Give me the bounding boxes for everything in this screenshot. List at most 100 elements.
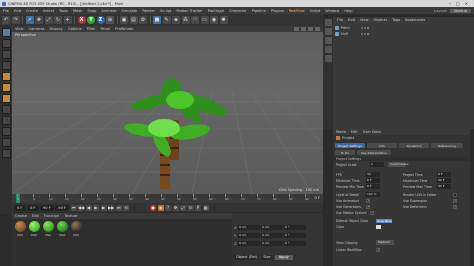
render-settings-icon[interactable]: ⚙ (139, 16, 147, 24)
record-icon[interactable]: ● (150, 204, 157, 211)
coordinate-mode-dropdown[interactable]: Object (Rel) (234, 255, 260, 260)
coordinate-system-icon[interactable]: ⊕ (106, 16, 114, 24)
pen-icon[interactable]: ✎ (162, 16, 171, 24)
linear-workflow-checkbox[interactable] (376, 247, 380, 252)
material-swatch[interactable]: Mat (28, 221, 40, 237)
material-menu-function[interactable]: Function (44, 214, 59, 218)
render-picture-viewer-icon[interactable]: ▤ (129, 16, 138, 24)
pan-icon[interactable] (294, 27, 299, 31)
tweak-mode-icon[interactable] (1, 116, 11, 125)
current-frame-field[interactable]: 0 F (27, 204, 39, 211)
rotation-h-field[interactable]: 0 ° (284, 225, 306, 230)
viewport-menu-panel[interactable]: Panel (101, 27, 111, 31)
om-menu-bookmarks[interactable]: Bookmarks (405, 18, 425, 22)
position-y-field[interactable]: 0 cm (238, 233, 260, 238)
viewport-menu-view[interactable]: View (15, 27, 24, 31)
render-view-icon[interactable]: ▣ (120, 16, 128, 24)
viewport-menu-prorender[interactable]: ProRender (115, 27, 134, 31)
layout-dropdown[interactable]: Startup (449, 8, 471, 13)
menu-mograph[interactable]: MoGraph (208, 9, 224, 13)
subdivision-icon[interactable]: ◈ (172, 16, 180, 24)
menu-window[interactable]: Window (325, 9, 339, 13)
menu-snap[interactable]: Snap (87, 9, 96, 13)
object-row[interactable]: Null (335, 31, 369, 37)
make-editable-icon[interactable] (1, 28, 11, 37)
menu-pipeline[interactable]: Pipeline (252, 9, 266, 13)
y-axis-lock-button[interactable]: Y (87, 16, 95, 24)
bend-icon[interactable]: ◠ (191, 16, 199, 24)
level-of-detail-field[interactable]: 100 % (366, 192, 380, 197)
preview-max-time-field[interactable]: 90 F (437, 184, 451, 189)
menu-plugins[interactable]: Plugins (271, 9, 284, 13)
camera-icon[interactable]: ◉ (210, 16, 218, 24)
lock-workplane-icon[interactable] (1, 149, 11, 158)
menu-create[interactable]: Create (26, 9, 38, 13)
size-y-field[interactable]: 0 cm (261, 233, 283, 238)
tab-info[interactable]: Info (367, 143, 397, 148)
cube-icon[interactable]: ■ (153, 16, 161, 24)
rotation-b-field[interactable]: 0 ° (284, 241, 306, 246)
loop-icon[interactable]: ⟲ (123, 204, 130, 211)
toggle-view-icon[interactable] (315, 27, 320, 31)
palm-tree-model[interactable] (123, 78, 229, 189)
next-key-icon[interactable]: ▶▶ (108, 204, 114, 211)
use-expression-checkbox[interactable] (453, 198, 457, 203)
timeline[interactable]: 0 5 10 15 20 25 30 35 40 45 50 55 60 65 … (12, 194, 323, 203)
light-icon[interactable]: ✺ (219, 16, 228, 24)
floor-icon[interactable]: ▭ (200, 16, 209, 24)
menu-animate[interactable]: Animate (101, 9, 116, 13)
takes-tab-icon[interactable] (324, 28, 332, 35)
om-menu-file[interactable]: File (337, 18, 343, 22)
preview-min-time-field[interactable]: 0 F (366, 184, 380, 189)
viewport-menu-filter[interactable]: Filter (87, 27, 96, 31)
z-axis-lock-button[interactable]: Z (96, 16, 105, 24)
model-mode-icon[interactable] (1, 39, 11, 48)
minimum-time-field[interactable]: 0 F (366, 178, 380, 183)
menu-mesh[interactable]: Mesh (73, 9, 82, 13)
zoom-icon[interactable] (301, 27, 306, 31)
tab-project-settings[interactable]: Project Settings (335, 143, 365, 148)
axis-mode-icon[interactable] (1, 105, 11, 114)
go-to-end-icon[interactable]: ⏭ (115, 204, 122, 211)
parameter-key-icon[interactable]: P (195, 204, 202, 211)
start-frame-field[interactable]: 0 F (14, 204, 26, 211)
menu-simulate[interactable]: Simulate (121, 9, 137, 13)
size-z-field[interactable]: 0 cm (261, 241, 283, 246)
viewport-menu-display[interactable]: Display (50, 27, 63, 31)
menu-motion-tracker[interactable]: Motion Tracker (176, 9, 202, 13)
tab-dynamics[interactable]: Dynamics (399, 143, 429, 148)
menu-tools[interactable]: Tools (59, 9, 68, 13)
tab-key-interpolation[interactable]: Key Interpolation (357, 150, 391, 155)
orbit-icon[interactable] (308, 27, 313, 31)
play-icon[interactable]: ▶ (93, 204, 100, 211)
menu-render[interactable]: Render (142, 9, 155, 13)
use-deformers-checkbox[interactable] (453, 204, 457, 209)
3d-viewport[interactable]: Perspective (12, 32, 323, 194)
render-lod-checkbox[interactable] (453, 192, 457, 197)
menu-character[interactable]: Character (229, 9, 247, 13)
menu-select[interactable]: Select (43, 9, 54, 13)
previous-key-icon[interactable]: ◀◀ (78, 204, 84, 211)
close-button[interactable]: × (465, 1, 468, 6)
material-swatch[interactable]: Mat (42, 221, 54, 237)
default-object-color-dropdown[interactable]: Gray-Blue (376, 218, 392, 223)
x-axis-lock-button[interactable]: X (77, 16, 86, 24)
undo-icon[interactable]: ↶ (2, 16, 10, 24)
use-generators-checkbox[interactable] (366, 204, 370, 209)
am-menu-user-data[interactable]: User Data (363, 130, 381, 134)
scale-tool-icon[interactable]: ⤢ (44, 16, 53, 24)
tab-referencing[interactable]: Referencing (431, 143, 463, 148)
viewport-menu-cameras[interactable]: Cameras (29, 27, 45, 31)
position-z-field[interactable]: 0 cm (238, 241, 260, 246)
om-menu-tags[interactable]: Tags (392, 18, 400, 22)
apply-button[interactable]: Apply (274, 255, 293, 260)
color-swatch[interactable] (376, 224, 381, 229)
edges-mode-icon[interactable] (1, 83, 11, 92)
maximize-button[interactable]: □ (456, 1, 460, 6)
autokey-icon[interactable]: ◉ (157, 204, 164, 211)
timeline-ruler[interactable]: 0 5 10 15 20 25 30 35 40 45 50 55 60 65 … (12, 194, 323, 203)
menu-help[interactable]: Help (344, 9, 352, 13)
om-menu-edit[interactable]: Edit (348, 18, 355, 22)
om-menu-view[interactable]: View (360, 18, 369, 22)
am-menu-edit[interactable]: Edit (351, 130, 358, 134)
